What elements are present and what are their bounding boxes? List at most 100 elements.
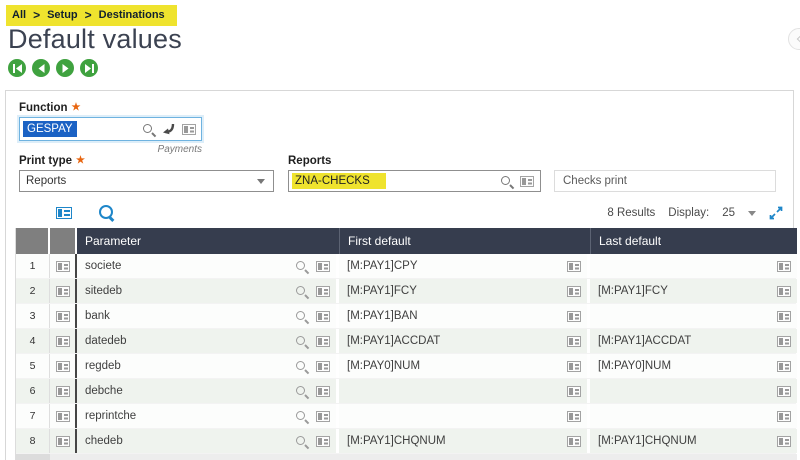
last-record-button[interactable] bbox=[80, 59, 98, 77]
breadcrumb-all[interactable]: All bbox=[12, 9, 26, 21]
row-number: 7 bbox=[16, 404, 50, 428]
detail-card-icon[interactable] bbox=[777, 411, 791, 422]
detail-card-icon[interactable] bbox=[316, 311, 330, 322]
detail-card-icon[interactable] bbox=[777, 436, 791, 447]
row-number: 3 bbox=[16, 304, 50, 328]
print-type-value: Reports bbox=[26, 175, 66, 187]
row-detail-button[interactable] bbox=[50, 404, 77, 428]
column-header-parameter: Parameter bbox=[77, 228, 339, 254]
parameter-value: sitedeb bbox=[85, 285, 122, 297]
table-row: 7 reprintche bbox=[16, 404, 796, 429]
detail-card-icon[interactable] bbox=[316, 261, 330, 272]
grid-toolbar: 8 Results Display: 25 bbox=[6, 201, 793, 227]
search-icon[interactable] bbox=[295, 260, 308, 273]
detail-card-icon[interactable] bbox=[182, 124, 196, 135]
jump-to-function-icon[interactable] bbox=[162, 123, 175, 136]
reports-label-text: Reports bbox=[288, 155, 331, 167]
detail-card-icon[interactable] bbox=[567, 361, 581, 372]
search-icon[interactable] bbox=[295, 310, 308, 323]
detail-card-icon[interactable] bbox=[520, 176, 534, 187]
parameter-value: regdeb bbox=[85, 360, 121, 372]
grid-search-icon[interactable] bbox=[98, 204, 115, 221]
row-number: 8 bbox=[16, 429, 50, 453]
table-row: 4 datedeb [M:PAY1]ACCDAT [M:PAY1]ACCDAT bbox=[16, 329, 796, 354]
row-detail-button[interactable] bbox=[50, 329, 77, 353]
search-icon[interactable] bbox=[295, 285, 308, 298]
detail-card-icon[interactable] bbox=[777, 336, 791, 347]
search-icon[interactable] bbox=[295, 435, 308, 448]
detail-card-icon bbox=[56, 311, 70, 322]
side-panel-handle[interactable] bbox=[788, 28, 800, 50]
detail-card-icon[interactable] bbox=[316, 386, 330, 397]
chevron-down-icon[interactable] bbox=[748, 211, 756, 216]
header-icon-cell bbox=[50, 228, 77, 254]
table-row: 6 debche bbox=[16, 379, 796, 404]
print-type-select[interactable]: Reports bbox=[19, 170, 274, 192]
search-icon[interactable] bbox=[295, 335, 308, 348]
previous-record-button[interactable] bbox=[32, 59, 50, 77]
breadcrumb-destinations[interactable]: Destinations bbox=[99, 9, 165, 21]
required-star-icon: ★ bbox=[72, 103, 81, 113]
detail-card-icon[interactable] bbox=[567, 261, 581, 272]
detail-card-icon[interactable] bbox=[567, 336, 581, 347]
results-count: 8 Results bbox=[607, 207, 655, 219]
function-input[interactable]: GESPAY bbox=[19, 117, 202, 141]
detail-card-icon[interactable] bbox=[567, 386, 581, 397]
row-detail-button[interactable] bbox=[50, 254, 77, 278]
search-icon[interactable] bbox=[295, 410, 308, 423]
detail-card-icon[interactable] bbox=[567, 286, 581, 297]
breadcrumb-separator: > bbox=[85, 8, 92, 22]
parameter-value: chedeb bbox=[85, 435, 123, 447]
grid-detail-card-icon[interactable] bbox=[56, 207, 72, 219]
page-size-value[interactable]: 25 bbox=[722, 207, 735, 219]
function-label: Function ★ bbox=[19, 102, 81, 114]
detail-card-icon bbox=[56, 261, 70, 272]
detail-card-icon bbox=[56, 386, 70, 397]
search-icon[interactable] bbox=[295, 360, 308, 373]
detail-card-icon bbox=[56, 436, 70, 447]
detail-card-icon[interactable] bbox=[316, 361, 330, 372]
detail-card-icon[interactable] bbox=[316, 436, 330, 447]
row-detail-button[interactable] bbox=[50, 379, 77, 403]
search-icon[interactable] bbox=[500, 175, 513, 188]
first-record-button[interactable] bbox=[8, 59, 26, 77]
parameter-value: datedeb bbox=[85, 335, 127, 347]
chevron-down-icon bbox=[257, 179, 265, 184]
page-title: Default values bbox=[8, 24, 182, 55]
default-values-screen: All > Setup > Destinations Default value… bbox=[0, 0, 800, 460]
last-default-value: [M:PAY1]ACCDAT bbox=[598, 335, 691, 347]
detail-card-icon bbox=[56, 336, 70, 347]
print-type-label-text: Print type bbox=[19, 155, 72, 167]
reports-value-highlighted: ZNA-CHECKS bbox=[292, 173, 386, 189]
detail-card-icon[interactable] bbox=[777, 386, 791, 397]
first-default-value: [M:PAY1]ACCDAT bbox=[347, 335, 440, 347]
row-detail-button[interactable] bbox=[50, 304, 77, 328]
reports-input[interactable]: ZNA-CHECKS bbox=[288, 170, 541, 192]
detail-card-icon[interactable] bbox=[567, 436, 581, 447]
table-row: 2 sitedeb [M:PAY1]FCY [M:PAY1]FCY bbox=[16, 279, 796, 304]
row-number: 6 bbox=[16, 379, 50, 403]
next-record-button[interactable] bbox=[56, 59, 74, 77]
record-navigation bbox=[8, 59, 98, 77]
row-detail-button[interactable] bbox=[50, 429, 77, 453]
search-icon[interactable] bbox=[142, 123, 155, 136]
detail-card-icon[interactable] bbox=[777, 311, 791, 322]
detail-card-icon[interactable] bbox=[316, 286, 330, 297]
row-detail-button[interactable] bbox=[50, 354, 77, 378]
expand-grid-icon[interactable] bbox=[769, 206, 783, 220]
breadcrumb-setup[interactable]: Setup bbox=[47, 9, 78, 21]
first-default-value: [M:PAY1]FCY bbox=[347, 285, 417, 297]
detail-card-icon[interactable] bbox=[777, 361, 791, 372]
detail-card-icon[interactable] bbox=[316, 411, 330, 422]
parameter-value: reprintche bbox=[85, 410, 136, 422]
last-default-value: [M:PAY1]FCY bbox=[598, 285, 668, 297]
detail-card-icon[interactable] bbox=[567, 311, 581, 322]
detail-card-icon[interactable] bbox=[777, 261, 791, 272]
detail-card-icon[interactable] bbox=[567, 411, 581, 422]
detail-card-icon[interactable] bbox=[316, 336, 330, 347]
first-record-icon bbox=[13, 64, 22, 73]
detail-card-icon[interactable] bbox=[777, 286, 791, 297]
row-detail-button[interactable] bbox=[50, 279, 77, 303]
parameters-table: Parameter First default Last default 1 s… bbox=[15, 228, 796, 460]
search-icon[interactable] bbox=[295, 385, 308, 398]
